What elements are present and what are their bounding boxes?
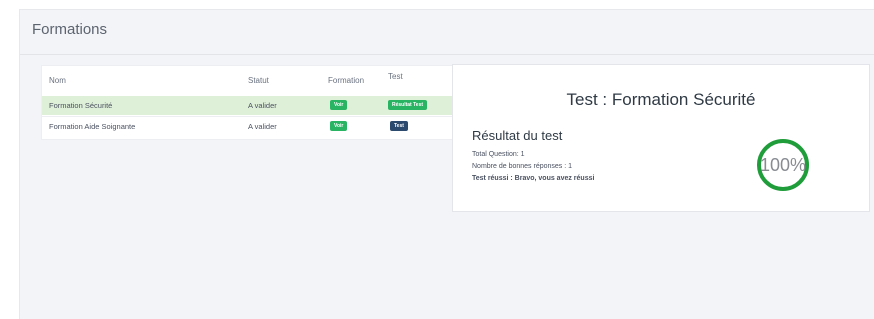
column-header-test[interactable]: Test: [388, 72, 403, 81]
test-result-card: Test : Formation Sécurité Résultat du te…: [452, 64, 870, 212]
formations-table: Nom Statut Formation Test Formation Sécu…: [41, 65, 459, 140]
test-passed-message: Test réussi : Bravo, vous avez réussi: [472, 175, 595, 182]
table-row[interactable]: Formation Sécurité A valider Voir Résult…: [42, 96, 458, 115]
voir-button[interactable]: Voir: [330, 121, 348, 131]
column-header-nom[interactable]: Nom: [49, 76, 66, 85]
voir-button[interactable]: Voir: [330, 100, 348, 110]
cell-nom: Formation Sécurité: [49, 101, 113, 110]
score-ring: 100%: [753, 135, 813, 195]
result-title: Test : Formation Sécurité: [566, 90, 756, 109]
cell-statut: A valider: [248, 101, 277, 110]
result-subtitle: Résultat du test: [472, 128, 563, 143]
main-panel: Formations Nom Statut Formation Test For…: [19, 9, 874, 319]
cell-statut: A valider: [248, 122, 277, 131]
good-answers: Nombre de bonnes réponses : 1: [472, 163, 573, 170]
column-header-statut[interactable]: Statut: [248, 76, 269, 85]
score-percentage: 100%: [759, 155, 807, 175]
resultat-test-button[interactable]: Résultat Test: [388, 100, 428, 110]
total-questions: Total Question: 1: [472, 151, 525, 158]
page-header: Formations: [20, 10, 874, 55]
test-button[interactable]: Test: [390, 121, 408, 131]
table-row[interactable]: Formation Aide Soignante A valider Voir …: [42, 116, 458, 136]
column-header-formation[interactable]: Formation: [328, 76, 364, 85]
cell-nom: Formation Aide Soignante: [49, 122, 136, 131]
page-title: Formations: [32, 21, 108, 38]
